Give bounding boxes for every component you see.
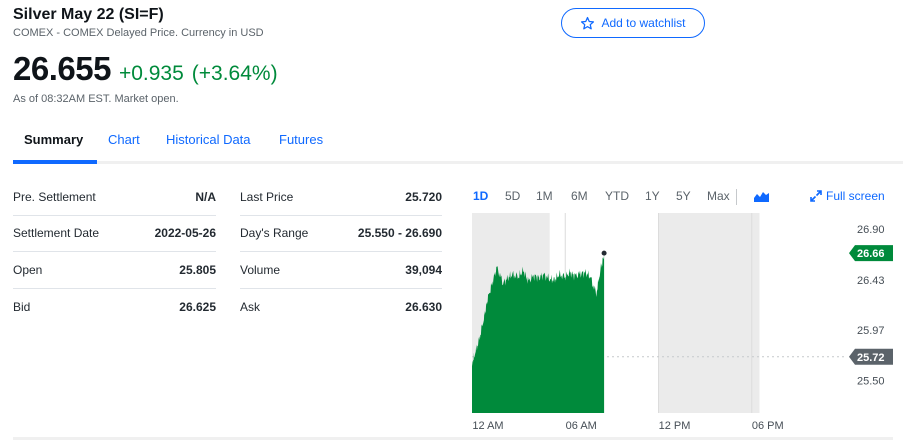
range-max[interactable]: Max	[707, 189, 730, 203]
quote-header: 26.655 +0.935 (+3.64%)	[13, 50, 278, 88]
range-5y[interactable]: 5Y	[676, 189, 691, 203]
stat-value: 25.550 - 26.690	[357, 226, 442, 241]
price-chart[interactable]: 26.90 26.43 25.97 25.50 26.66 25.72 12 AM 06 AM…	[472, 213, 903, 442]
tab-historical-data[interactable]: Historical Data	[166, 132, 251, 147]
y-tick-label: 26.90	[857, 224, 885, 236]
x-tick-label: 12 AM	[472, 420, 503, 432]
market-status: As of 08:32AM EST. Market open.	[13, 93, 179, 105]
table-row: Ask 26.630	[240, 289, 442, 326]
stat-label: Pre. Settlement	[13, 189, 96, 204]
x-tick-label: 06 PM	[752, 420, 784, 432]
price-change: +0.935	[118, 62, 184, 85]
stat-label: Settlement Date	[13, 226, 100, 241]
stat-value: 25.720	[405, 189, 442, 204]
range-ytd[interactable]: YTD	[605, 189, 629, 203]
full-screen-label: Full screen	[826, 189, 885, 203]
y-tick-label: 25.97	[857, 325, 885, 337]
active-tab-indicator	[13, 160, 97, 164]
stat-value: 39,094	[405, 262, 442, 277]
watchlist-label: Add to watchlist	[601, 16, 686, 30]
y-tick-label: 26.43	[857, 275, 885, 287]
table-row: Open 25.805	[13, 252, 216, 289]
stat-value: 26.630	[405, 299, 442, 314]
expand-icon	[810, 190, 822, 202]
x-tick-label: 06 AM	[566, 420, 597, 432]
range-6m[interactable]: 6M	[571, 189, 588, 203]
previous-close-tag-label: 25.72	[857, 352, 885, 364]
table-row: Volume 39,094	[240, 252, 442, 289]
table-row: Settlement Date 2022-05-26	[13, 216, 216, 252]
range-divider	[736, 189, 737, 205]
exchange-subtitle: COMEX - COMEX Delayed Price. Currency in…	[13, 27, 264, 39]
range-1d[interactable]: 1D	[473, 189, 488, 203]
current-price-tag-label: 26.66	[857, 248, 885, 260]
stat-label: Volume	[240, 262, 281, 277]
page-title: Silver May 22 (SI=F)	[13, 6, 164, 23]
table-row: Pre. Settlement N/A	[13, 179, 216, 216]
stat-value: 26.625	[179, 299, 216, 314]
full-screen-button[interactable]: Full screen	[810, 189, 885, 203]
stat-label: Ask	[240, 299, 261, 314]
stat-value: N/A	[195, 189, 216, 204]
stats-table-left: Pre. Settlement N/A Settlement Date 2022-0…	[13, 179, 216, 325]
star-icon	[581, 16, 595, 29]
mountain-chart-icon[interactable]	[754, 190, 769, 205]
stat-label: Bid	[13, 299, 31, 314]
table-row: Day's Range 25.550 - 26.690	[240, 216, 442, 252]
price-change-percent: (+3.64%)	[191, 62, 278, 85]
stats-table-right: Last Price 25.720 Day's Range 25.550 - 26.…	[240, 179, 442, 325]
stat-value: 2022-05-26	[154, 226, 216, 241]
quote-tabs: Summary Chart Historical Data Futures	[13, 124, 903, 164]
tab-chart[interactable]: Chart	[108, 132, 140, 147]
x-tick-label: 12 PM	[659, 420, 691, 432]
tab-futures[interactable]: Futures	[279, 132, 323, 147]
stat-value: 25.805	[179, 262, 216, 277]
range-5d[interactable]: 5D	[505, 189, 520, 203]
range-1y[interactable]: 1Y	[645, 189, 660, 203]
tab-summary[interactable]: Summary	[24, 132, 83, 147]
table-row: Last Price 25.720	[240, 179, 442, 216]
section-divider	[13, 437, 893, 440]
add-to-watchlist-button[interactable]: Add to watchlist	[561, 8, 705, 38]
last-price-dot	[601, 250, 607, 256]
price-chart-svg: 26.90 26.43 25.97 25.50 26.66 25.72 12 AM 06 AM…	[472, 213, 893, 432]
range-1m[interactable]: 1M	[536, 189, 553, 203]
stat-label: Day's Range	[240, 226, 309, 241]
stat-label: Last Price	[240, 189, 294, 204]
stat-label: Open	[13, 262, 43, 277]
y-tick-label: 25.50	[857, 376, 885, 388]
current-price: 26.655	[13, 50, 111, 87]
session-band	[658, 213, 760, 413]
table-row: Bid 26.625	[13, 289, 216, 326]
